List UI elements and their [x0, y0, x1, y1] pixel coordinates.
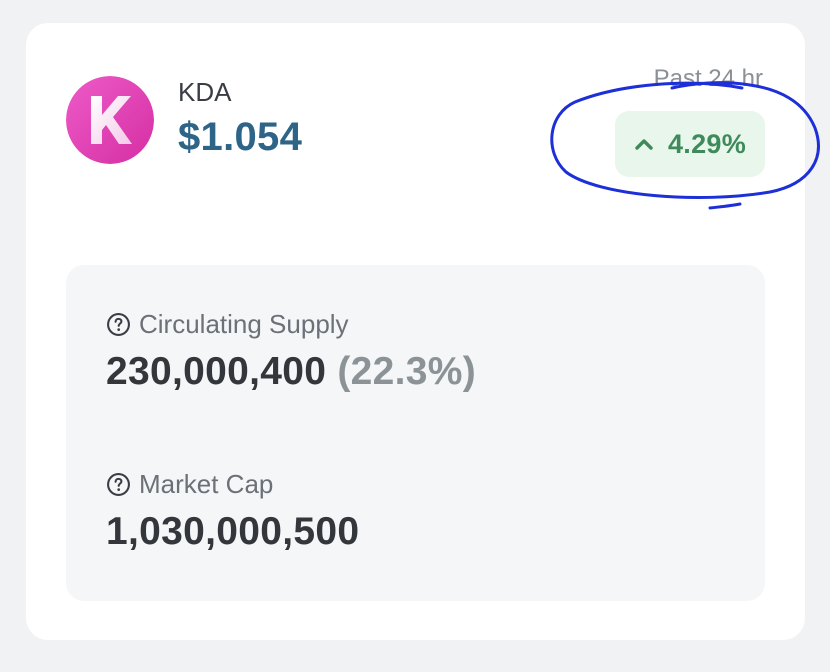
price-change-value: 4.29% [667, 128, 747, 159]
token-card: KDA $1.054 Past 24 hr 4.29% Circulating … [26, 23, 805, 640]
circulating-supply-label-text: Circulating Supply [139, 309, 349, 339]
stats-panel: Circulating Supply 230,000,400 (22.3%) M… [66, 265, 765, 601]
circulating-supply-value: 230,000,400 (22.3%) [106, 349, 476, 395]
circulating-supply-label: Circulating Supply [106, 309, 349, 339]
circulating-supply-amount: 230,000,400 [106, 350, 327, 393]
kda-logo-icon [66, 76, 154, 164]
market-cap-value: 1,030,000,500 [106, 510, 360, 553]
period-label: Past 24 hr [653, 65, 763, 92]
circulating-supply-percent: (22.3%) [337, 350, 476, 393]
kda-logo [66, 76, 154, 164]
price-change-badge: 4.29% [615, 111, 765, 177]
market-cap-label: Market Cap [106, 469, 273, 499]
token-symbol: KDA [178, 77, 232, 107]
market-cap-label-text: Market Cap [139, 469, 274, 499]
help-icon[interactable] [106, 472, 131, 497]
help-icon[interactable] [106, 312, 131, 337]
token-price: $1.054 [178, 115, 303, 159]
chevron-up-icon [634, 137, 654, 151]
